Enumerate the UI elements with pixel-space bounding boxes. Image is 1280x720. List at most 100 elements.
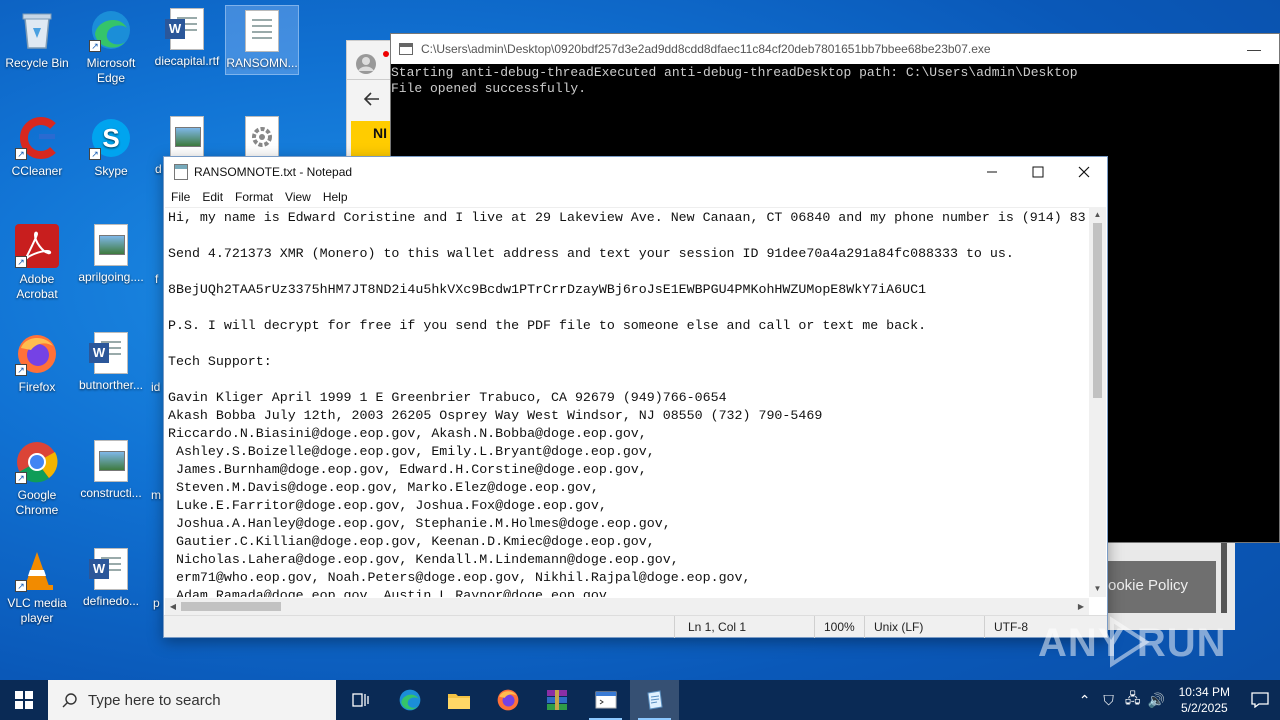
desktop-icon-recycle-bin[interactable]: Recycle Bin [1, 8, 73, 71]
maximize-button[interactable] [1015, 157, 1061, 187]
desktop-icon-constructi[interactable]: constructi... [75, 440, 147, 501]
desktop-icon-diecapital[interactable]: W diecapital.rtf [151, 8, 223, 69]
word-document-icon: W [89, 332, 128, 374]
maximize-icon [1032, 166, 1044, 178]
start-button[interactable] [0, 680, 48, 720]
console-title: C:\Users\admin\Desktop\0920bdf257d3e2ad9… [421, 42, 991, 56]
volume-icon[interactable]: 🔊 [1145, 692, 1169, 709]
taskbar-winrar[interactable] [532, 680, 581, 720]
notepad-text-area[interactable]: Hi, my name is Edward Coristine and I li… [165, 207, 1089, 597]
taskbar-clock[interactable]: 10:34 PM 5/2/2025 [1169, 684, 1240, 716]
task-view-button[interactable] [336, 680, 385, 720]
minimize-icon [987, 171, 997, 173]
taskbar-notepad[interactable] [630, 680, 679, 720]
adobe-acrobat-icon: ↗ [15, 224, 59, 268]
notepad-titlebar[interactable]: RANSOMNOTE.txt - Notepad [164, 157, 1107, 187]
taskbar-file-explorer[interactable] [434, 680, 483, 720]
chrome-icon: ↗ [15, 440, 59, 484]
security-icon[interactable]: ⛉ [1097, 692, 1121, 709]
desktop-icon-label: butnorther... [78, 378, 144, 392]
desktop-icon-label: aprilgoing.... [78, 270, 144, 284]
minimize-button[interactable] [969, 157, 1015, 187]
shortcut-arrow-icon: ↗ [89, 148, 101, 160]
desktop-icon-ccleaner[interactable]: ↗ CCleaner [1, 116, 73, 179]
taskbar-console[interactable] [581, 680, 630, 720]
banner-text: NI [373, 125, 387, 141]
status-cursor-position: Ln 1, Col 1 [688, 620, 747, 634]
desktop-icon-label: VLC media player [7, 596, 67, 625]
notepad-menubar: File Edit Format View Help [164, 187, 1107, 207]
cookie-policy-button[interactable]: ookie Policy [1108, 561, 1216, 613]
desktop-icon-label: diecapital.rtf [154, 54, 220, 68]
config-file-icon [245, 116, 279, 158]
vertical-scrollbar[interactable]: ▲ ▼ [1089, 207, 1106, 597]
taskbar-search-box[interactable]: Type here to search [48, 680, 336, 720]
clock-time: 10:34 PM [1178, 685, 1230, 699]
shortcut-arrow-icon: ↗ [15, 580, 27, 592]
system-tray: ⌃ ⛉ 🖧 🔊 10:34 PM 5/2/2025 [1073, 684, 1280, 716]
menu-format[interactable]: Format [229, 190, 279, 204]
back-arrow-icon[interactable] [363, 91, 381, 107]
menu-help[interactable]: Help [317, 190, 354, 204]
edge-icon [399, 689, 420, 711]
user-avatar-icon [356, 54, 376, 74]
word-document-icon: W [165, 8, 204, 50]
desktop-icon-label: Firefox [18, 380, 56, 394]
menu-view[interactable]: View [279, 190, 317, 204]
shortcut-arrow-icon: ↗ [15, 472, 27, 484]
status-zoom: 100% [824, 620, 855, 634]
shortcut-arrow-icon: ↗ [89, 40, 101, 52]
image-file-icon [94, 224, 128, 266]
status-line-ending: Unix (LF) [874, 620, 924, 634]
console-titlebar[interactable]: C:\Users\admin\Desktop\0920bdf257d3e2ad9… [391, 34, 1279, 64]
scroll-left-icon[interactable]: ◀ [165, 598, 181, 615]
close-button[interactable] [1061, 157, 1107, 187]
console-app-icon [595, 691, 616, 709]
horizontal-scrollbar[interactable]: ◀ ▶ [165, 598, 1089, 615]
clock-date: 5/2/2025 [1180, 701, 1228, 715]
search-icon [62, 693, 77, 708]
action-center-button[interactable] [1240, 692, 1280, 708]
desktop-icon-adobe-acrobat[interactable]: ↗ Adobe Acrobat [1, 224, 73, 302]
vertical-scroll-thumb[interactable] [1093, 223, 1102, 398]
console-output: Starting anti-debug-threadExecuted anti-… [391, 65, 1078, 96]
notepad-window[interactable]: RANSOMNOTE.txt - Notepad File Edit Forma… [163, 156, 1108, 638]
desktop-icon-label: CCleaner [11, 164, 63, 178]
scroll-down-icon[interactable]: ▼ [1089, 581, 1106, 597]
taskbar-edge[interactable] [385, 680, 434, 720]
console-minimize-button[interactable]: — [1247, 41, 1261, 57]
cookie-policy-label: ookie Policy [1108, 577, 1189, 594]
desktop-icon-aprilgoing[interactable]: aprilgoing.... [75, 224, 147, 285]
shortcut-arrow-icon: ↗ [15, 148, 27, 160]
desktop-icon-firefox[interactable]: ↗ Firefox [1, 332, 73, 395]
horizontal-scroll-thumb[interactable] [181, 602, 281, 611]
vlc-cone-icon: ↗ [15, 548, 59, 592]
desktop-icon-microsoft-edge[interactable]: ↗ Microsoft Edge [75, 8, 147, 86]
recycle-bin-icon [15, 8, 59, 52]
desktop-icon-definedo[interactable]: W definedo... [75, 548, 147, 609]
desktop-icon-google-chrome[interactable]: ↗ Google Chrome [1, 440, 73, 518]
menu-edit[interactable]: Edit [196, 190, 229, 204]
desktop-icon-label: Skype [94, 164, 128, 178]
notepad-title: RANSOMNOTE.txt - Notepad [194, 165, 353, 179]
desktop-icon-vlc[interactable]: ↗ VLC media player [1, 548, 73, 626]
desktop-icon-ransomnote[interactable]: RANSOMN... [225, 5, 299, 75]
search-placeholder: Type here to search [88, 691, 221, 709]
notification-icon [1251, 692, 1269, 708]
desktop-icon-butnorther[interactable]: W butnorther... [75, 332, 147, 393]
winrar-icon [546, 690, 567, 710]
console-app-icon [399, 43, 413, 55]
close-icon [1078, 166, 1090, 178]
skype-icon: S ↗ [89, 116, 133, 160]
svg-text:S: S [102, 123, 119, 153]
cookie-scrollbar [1221, 543, 1227, 613]
show-hidden-icons-chevron-icon[interactable]: ⌃ [1073, 692, 1097, 709]
menu-file[interactable]: File [165, 190, 196, 204]
network-icon[interactable]: 🖧 [1121, 688, 1145, 712]
desktop-icon-label: Microsoft Edge [86, 56, 136, 85]
shortcut-arrow-icon: ↗ [15, 364, 27, 376]
desktop-icon-skype[interactable]: S ↗ Skype [75, 116, 147, 179]
word-document-icon: W [89, 548, 128, 590]
scroll-up-icon[interactable]: ▲ [1089, 207, 1106, 223]
taskbar-firefox[interactable] [483, 680, 532, 720]
